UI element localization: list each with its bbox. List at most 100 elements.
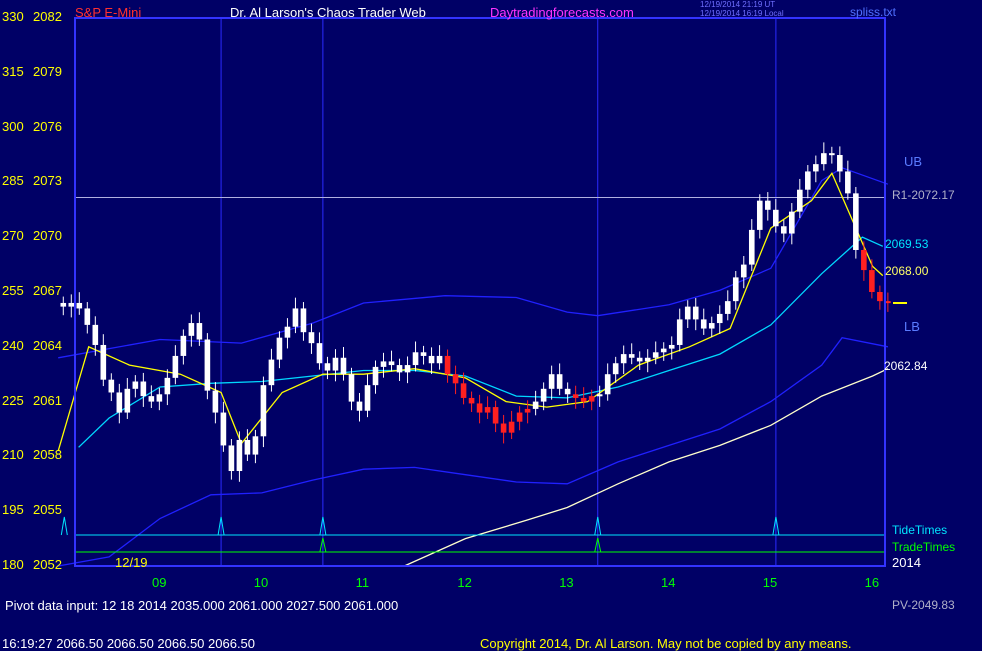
axis-price-label: 2082 <box>33 9 62 24</box>
price-bar <box>500 423 507 433</box>
ub-label: UB <box>904 154 923 169</box>
price-bar <box>764 200 771 210</box>
price-bar <box>596 394 603 397</box>
price-bar <box>572 394 579 398</box>
price-bar <box>196 323 203 340</box>
axis-degree-label: 255 <box>2 283 24 298</box>
price-bar <box>228 445 235 472</box>
price-bar <box>164 377 171 395</box>
price-bar <box>564 388 571 395</box>
price-bar <box>508 421 515 433</box>
price-bar <box>484 407 491 413</box>
price-chart <box>0 0 982 650</box>
copyright: Copyright 2014, Dr. Al Larson. May not b… <box>480 636 852 651</box>
price-bar <box>580 397 587 402</box>
quote-line: 16:19:27 2066.50 2066.50 2066.50 2066.50 <box>2 636 256 651</box>
price-bar <box>861 249 867 271</box>
level-2068-label: 2068.00 <box>885 264 929 278</box>
price-bar <box>772 209 779 227</box>
price-bar <box>700 319 707 329</box>
x-tick-label: 09 <box>152 575 167 590</box>
price-bar <box>76 302 83 309</box>
price-bar <box>652 352 659 358</box>
price-bar <box>452 374 459 384</box>
price-bar <box>540 388 547 402</box>
axis-price-label: 2073 <box>33 173 62 189</box>
website-link[interactable]: Daytradingforecasts.com <box>490 6 634 19</box>
price-bar <box>420 352 427 356</box>
axis-price-label: 2058 <box>33 447 62 463</box>
price-bar <box>412 352 419 366</box>
x-tick-label: 10 <box>253 575 269 590</box>
chart-title: Dr. Al Larson's Chaos Trader Web <box>230 5 426 20</box>
price-bar <box>268 359 275 386</box>
pivot-data: Pivot data input: 12 18 2014 2035.000 20… <box>5 598 399 613</box>
price-bar <box>789 211 795 234</box>
price-bar <box>460 383 467 398</box>
axis-price-label: 2061 <box>33 392 62 408</box>
lb-label: LB <box>904 319 920 334</box>
level-2062-label: 2062.84 <box>884 359 928 373</box>
price-bar <box>108 379 115 393</box>
price-bar <box>172 355 179 378</box>
x-tick-label: 14 <box>661 575 676 590</box>
price-bar <box>588 396 595 402</box>
price-bar <box>813 164 819 172</box>
price-bar <box>124 388 131 413</box>
price-bar <box>620 354 627 364</box>
tide-times-label: TideTimes <box>892 523 948 537</box>
price-bar <box>396 365 403 373</box>
price-bar <box>428 355 435 364</box>
price-bar <box>100 344 107 380</box>
price-bar <box>756 200 763 230</box>
price-bar <box>684 306 691 320</box>
price-bar <box>692 306 699 320</box>
price-bar <box>68 302 75 307</box>
price-bar <box>244 439 251 455</box>
price-bar <box>60 302 67 307</box>
price-bar <box>364 385 371 411</box>
x-tick-label: 15 <box>762 575 778 590</box>
price-bar <box>180 335 187 356</box>
price-bar <box>516 412 523 422</box>
price-bar <box>444 355 451 375</box>
price-bar <box>324 363 331 371</box>
price-bar <box>140 381 147 397</box>
x-tick-label: 13 <box>559 575 574 590</box>
price-bar <box>797 189 803 212</box>
x-tick-label: 12 <box>457 575 472 590</box>
price-bar <box>260 385 267 437</box>
price-bar <box>84 308 91 325</box>
price-bar <box>829 153 835 156</box>
axis-degree-label: 195 <box>2 502 24 518</box>
price-bar <box>636 357 643 362</box>
price-bar <box>716 313 723 324</box>
axis-degree-label: 240 <box>2 337 24 353</box>
price-bar <box>748 229 755 265</box>
price-bar <box>220 412 227 446</box>
price-bar <box>724 301 731 314</box>
price-bar <box>524 408 531 413</box>
axis-price-label: 2079 <box>33 63 62 79</box>
axis-degree-label: 180 <box>2 557 24 572</box>
price-bar <box>853 193 859 250</box>
price-bar <box>805 171 811 190</box>
price-bar <box>548 374 555 389</box>
price-bar <box>148 396 155 402</box>
price-bar <box>660 348 667 353</box>
price-bar <box>132 381 139 389</box>
price-bar <box>845 171 851 194</box>
axis-degree-label: 330 <box>2 9 24 24</box>
price-bar <box>628 354 635 358</box>
price-bar <box>877 292 883 302</box>
axis-price-label: 2067 <box>33 283 62 298</box>
trade-times-label: TradeTimes <box>892 540 956 554</box>
file-name: spliss.txt <box>850 5 897 19</box>
price-bar <box>284 326 291 338</box>
price-bar <box>532 401 539 409</box>
axis-degree-label: 315 <box>2 63 24 79</box>
axis-price-label: 2064 <box>33 337 62 353</box>
price-bar <box>372 366 379 386</box>
price-bar <box>476 403 483 413</box>
price-bar <box>236 439 243 472</box>
